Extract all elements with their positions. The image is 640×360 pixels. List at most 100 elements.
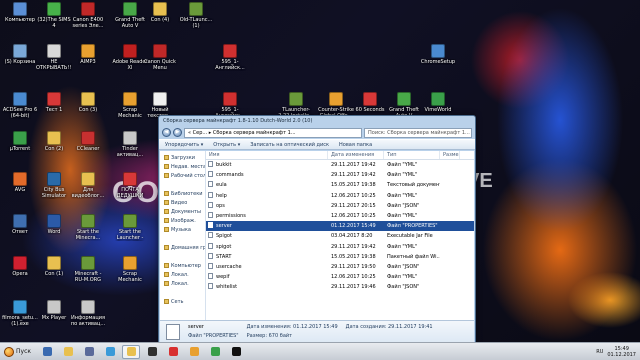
nav-item[interactable] xyxy=(160,235,205,244)
file-row[interactable]: permissions 12.06.2017 10:25 Файл "YML" xyxy=(206,211,474,221)
column-name[interactable]: Имя xyxy=(206,151,328,159)
file-row[interactable]: help 12.06.2017 10:25 Файл "YML" xyxy=(206,191,474,201)
column-type[interactable]: Тип xyxy=(384,151,440,159)
desktop-icon[interactable]: City Bus Simulator 20... xyxy=(36,172,72,199)
desktop-icon[interactable]: Start the Launcher - RU-M.ORG xyxy=(112,214,148,241)
burn-button[interactable]: Записать на оптический диск xyxy=(250,142,329,148)
taskbar-app-button[interactable] xyxy=(38,345,56,359)
file-date: 15.05.2017 19:38 xyxy=(331,182,376,189)
nav-item[interactable]: Документы xyxy=(160,208,205,217)
desktop-icon[interactable]: Информация по активац... xyxy=(70,300,106,327)
desktop-icon[interactable]: ACDSee Pro 6 (64-bit) xyxy=(2,92,38,119)
nav-item[interactable]: Недав. места xyxy=(160,163,205,172)
nav-item[interactable]: Сеть xyxy=(160,298,205,307)
nav-item[interactable]: Локал. xyxy=(160,280,205,289)
file-row[interactable]: ops 29.11.2017 20:15 Файл "JSON" xyxy=(206,201,474,211)
new-folder-button[interactable]: Новая папка xyxy=(339,142,372,148)
file-row[interactable]: Spigot 03.04.2017 8:20 Executable Jar File xyxy=(206,231,474,241)
file-row[interactable]: server 01.12.2017 15:49 Файл "PROPERTIES" xyxy=(206,221,474,232)
file-row[interactable]: wepif 12.06.2017 10:25 Файл "YML" xyxy=(206,272,474,282)
desktop-icon[interactable]: 595_1-Английск... xyxy=(212,44,248,71)
taskbar-app-button[interactable] xyxy=(101,345,119,359)
desktop-icon[interactable]: Scrap Mechanic xyxy=(112,256,148,283)
nav-item[interactable]: Изображ. xyxy=(160,217,205,226)
desktop-icon[interactable]: AVG xyxy=(2,172,38,193)
desktop-icon[interactable]: Con (4) xyxy=(142,2,178,23)
nav-item-label: Документы xyxy=(171,209,201,215)
desktop-icon[interactable]: µTorrent xyxy=(2,131,38,152)
desktop-icon[interactable]: Ответ xyxy=(2,214,38,235)
taskbar-app-button[interactable] xyxy=(122,344,140,359)
nav-item[interactable]: Рабочий стол xyxy=(160,172,205,181)
column-date[interactable]: Дата изменения xyxy=(328,151,384,159)
taskbar-app-button[interactable] xyxy=(80,345,98,359)
nav-item[interactable] xyxy=(160,181,205,190)
nav-item[interactable]: Загрузки xyxy=(160,154,205,163)
desktop-icon[interactable]: Компьютер xyxy=(2,2,38,23)
desktop-icon[interactable]: Word xyxy=(36,214,72,235)
address-bar[interactable]: « Сер... ▸ Сборка сервера майнкрафт 1... xyxy=(184,127,362,138)
desktop-icon[interactable]: Opera xyxy=(2,256,38,277)
taskbar-app-button[interactable] xyxy=(59,345,77,359)
nav-item[interactable]: Библиотеки xyxy=(160,190,205,199)
desktop-icon[interactable]: (S) Корзина xyxy=(2,44,38,65)
file-row[interactable]: spigot 29.11.2017 19:42 Файл "YML" xyxy=(206,242,474,252)
desktop-icon[interactable]: Minecraft - RU-M.ORG xyxy=(70,256,106,283)
desktop-icon[interactable]: Тест 1 xyxy=(36,92,72,113)
desktop-icon[interactable]: НЕ ОТКРЫВАТЬ!!! xyxy=(36,44,72,71)
desktop-icon[interactable]: ChromeSetup xyxy=(420,44,456,65)
desktop-icon[interactable]: VimeWorld xyxy=(420,92,456,113)
taskbar-app-button[interactable] xyxy=(227,345,245,359)
file-list[interactable]: Имя Дата изменения Тип Разме bukkit 29.11… xyxy=(206,151,474,320)
file-row[interactable]: commands 29.11.2017 19:42 Файл "YML" xyxy=(206,170,474,180)
nav-item[interactable]: Локал. xyxy=(160,271,205,280)
start-button[interactable]: Пуск xyxy=(2,345,35,359)
desktop-icon[interactable]: filmora_setu... (1).exe xyxy=(2,300,38,327)
clock[interactable]: 15:49 01.12.2017 xyxy=(607,346,636,358)
desktop-icon[interactable]: Для видеоблог... xyxy=(70,172,106,199)
explorer-window[interactable]: Сборка сервера майнкрафт 1.8-1.10 Dutch-… xyxy=(158,115,476,345)
nav-item[interactable]: Домашняя группа xyxy=(160,244,205,253)
file-row[interactable]: eula 15.05.2017 19:38 Текстовый документ xyxy=(206,180,474,190)
desktop-icon-label: AVG xyxy=(14,187,26,193)
navigation-pane[interactable]: Загрузки Недав. места Рабочий стол Библиоте… xyxy=(160,151,206,320)
nav-item[interactable]: Компьютер xyxy=(160,262,205,271)
nav-item[interactable] xyxy=(160,289,205,298)
desktop-icon[interactable]: AIMP3 xyxy=(70,44,106,65)
app-icon xyxy=(81,131,95,145)
file-row[interactable]: bukkit 29.11.2017 19:42 Файл "YML" xyxy=(206,160,474,170)
desktop-icon[interactable]: Start the Minecra... xyxy=(70,214,106,241)
file-row[interactable]: usercache 29.11.2017 19:50 Файл "JSON" xyxy=(206,262,474,272)
desktop-icon[interactable]: Con (1) xyxy=(36,256,72,277)
desktop-icon[interactable]: Con (2) xyxy=(36,131,72,152)
taskbar-app-button[interactable] xyxy=(206,345,224,359)
nav-item[interactable]: Музыка xyxy=(160,226,205,235)
desktop-icon[interactable]: Tinder активац... xyxy=(112,131,148,158)
app-icon xyxy=(81,2,95,16)
desktop-icon[interactable]: CCleaner xyxy=(70,131,106,152)
language-indicator[interactable]: RU xyxy=(596,349,603,355)
search-input[interactable]: Поиск: Сборка сервера майнкрафт 1... xyxy=(364,127,472,138)
nav-item[interactable]: Видео xyxy=(160,199,205,208)
desktop-icon[interactable]: Mx Player xyxy=(36,300,72,321)
desktop-icon[interactable]: Old-TLaunc... (1) xyxy=(178,2,214,29)
back-button[interactable]: ◀ xyxy=(162,128,171,137)
taskbar-app-button[interactable] xyxy=(185,345,203,359)
nav-item[interactable] xyxy=(160,253,205,262)
app-icon xyxy=(47,214,61,228)
desktop-icon[interactable]: Con (3) xyxy=(70,92,106,113)
file-icon xyxy=(208,181,213,188)
desktop-icon[interactable]: (32)The SIMS 4 xyxy=(36,2,72,29)
desktop-icon[interactable]: ПОЧТА ДЕДУШКИ xyxy=(112,172,148,199)
file-row[interactable]: START 15.05.2017 19:38 Пакетный файл Wi... xyxy=(206,252,474,262)
taskbar-app-button[interactable] xyxy=(143,345,161,359)
desktop-icon[interactable]: Canon E400 series Элe... xyxy=(70,2,106,29)
open-button[interactable]: Открыть ▾ xyxy=(213,142,240,148)
taskbar-app-button[interactable] xyxy=(164,345,182,359)
column-size[interactable]: Разме xyxy=(440,151,460,159)
file-row[interactable]: whitelist 29.11.2017 19:46 Файл "JSON" xyxy=(206,282,474,292)
forward-button[interactable]: ▶ xyxy=(173,128,182,137)
desktop-icon[interactable]: 60 Seconds xyxy=(352,92,388,113)
organize-button[interactable]: Упорядочить ▾ xyxy=(165,142,203,148)
desktop-icon[interactable]: Canon Quick Menu xyxy=(142,44,178,71)
